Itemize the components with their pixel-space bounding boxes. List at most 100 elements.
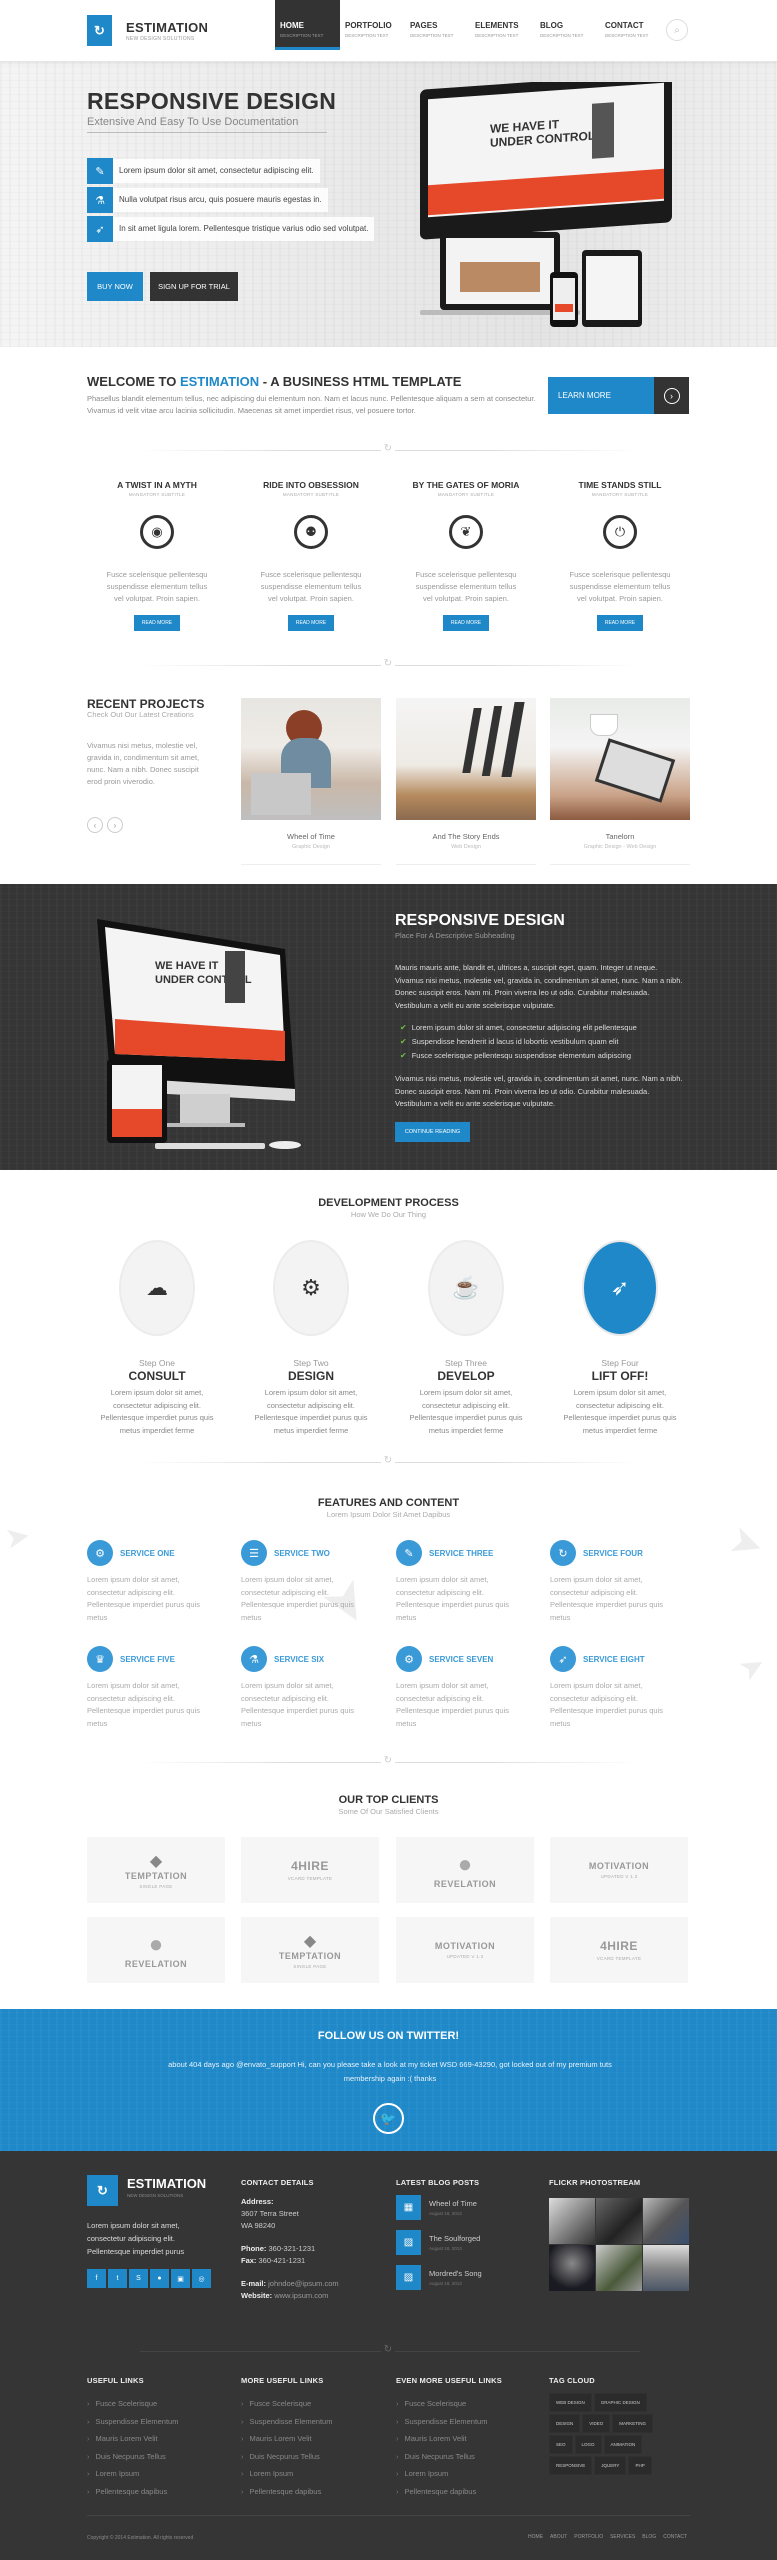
footer-link[interactable]: › Lorem Ipsum (396, 2469, 487, 2487)
service-title[interactable]: SERVICE TWO (274, 1549, 330, 1558)
website-link[interactable]: www.ipsum.com (274, 2291, 328, 2300)
learn-more-button[interactable]: LEARN MORE › (548, 377, 689, 414)
logo-name[interactable]: ESTIMATION (126, 20, 208, 35)
footer-link[interactable]: › Mauris Lorem Velit (241, 2434, 332, 2452)
welcome-title-post: - A BUSINESS HTML TEMPLATE (259, 374, 462, 389)
continue-reading-button[interactable]: CONTINUE READING (395, 1122, 470, 1142)
footer-link[interactable]: › Lorem Ipsum (87, 2469, 178, 2487)
service-title[interactable]: SERVICE ONE (120, 1549, 175, 1558)
nav-elements[interactable]: ELEMENTS DESCRIPTION TEXT (470, 0, 535, 50)
tag[interactable]: RESPONSIVE (549, 2456, 593, 2475)
hero-feature: ⚗ Nulla volutpat risus arcu, quis posuere… (87, 187, 328, 213)
dribbble-icon[interactable]: ◎ (192, 2269, 211, 2288)
client-logo[interactable]: 4HIRE VCARD TEMPLATE (550, 1917, 688, 1983)
signup-trial-button[interactable]: SIGN UP FOR TRIAL (150, 272, 238, 301)
nav-blog[interactable]: BLOG DESCRIPTION TEXT (535, 0, 600, 50)
flickr-photo[interactable] (643, 2198, 689, 2244)
footer-nav-services[interactable]: SERVICES (610, 2534, 635, 2540)
client-logo[interactable]: MOTIVATION UPDATED V 1.3 (550, 1837, 688, 1903)
service-title[interactable]: SERVICE EIGHT (583, 1655, 645, 1664)
footer-nav-about[interactable]: ABOUT (550, 2534, 567, 2540)
tag[interactable]: PHP (628, 2456, 652, 2475)
footer-link[interactable]: › Lorem Ipsum (241, 2469, 332, 2487)
client-logo[interactable]: ● REVELATION (396, 1837, 534, 1903)
client-logo[interactable]: MOTIVATION UPDATED V 1.3 (396, 1917, 534, 1983)
tag[interactable]: JQUERY (594, 2456, 627, 2475)
flickr-photo[interactable] (643, 2245, 689, 2291)
instagram-icon[interactable]: ▣ (171, 2269, 190, 2288)
footer-logo-name: ESTIMATION (127, 2176, 207, 2191)
hero-section: RESPONSIVE DESIGN Extensive And Easy To … (0, 62, 777, 347)
service-title[interactable]: SERVICE FOUR (583, 1549, 643, 1558)
footer-link[interactable]: › Fusce Scelerisque (396, 2399, 487, 2417)
footer-link[interactable]: › Suspendisse Elementum (87, 2417, 178, 2435)
footer-nav-blog[interactable]: BLOG (642, 2534, 656, 2540)
project-card[interactable]: And The Story Ends Web Design (396, 698, 536, 865)
blog-post[interactable]: ▨ The Soulforged August 18, 2013 (396, 2230, 480, 2255)
footer-link[interactable]: › Duis Necpurus Tellus (396, 2452, 487, 2470)
nav-pages[interactable]: PAGES DESCRIPTION TEXT (405, 0, 470, 50)
project-card[interactable]: Tanelorn Graphic Design - Web Design (550, 698, 690, 865)
footer-nav-contact[interactable]: CONTACT (663, 2534, 687, 2540)
client-logo[interactable]: ● REVELATION (87, 1917, 225, 1983)
footer-link[interactable]: › Duis Necpurus Tellus (241, 2452, 332, 2470)
flickr-photo[interactable] (596, 2245, 642, 2291)
step-title: DEVELOP (437, 1369, 495, 1383)
chevron-right-icon: › (396, 2486, 399, 2496)
service-title[interactable]: SERVICE FIVE (120, 1655, 175, 1664)
nav-portfolio[interactable]: PORTFOLIO DESCRIPTION TEXT (340, 0, 405, 50)
carousel-next-button[interactable]: › (107, 817, 123, 833)
footer-nav-portfolio[interactable]: PORTFOLIO (574, 2534, 603, 2540)
service-title[interactable]: SERVICE SIX (274, 1655, 324, 1664)
skype-icon[interactable]: S (129, 2269, 148, 2288)
flickr-icon[interactable]: ● (150, 2269, 169, 2288)
read-more-button[interactable]: READ MORE (287, 615, 335, 631)
facebook-icon[interactable]: f (87, 2269, 106, 2288)
tag[interactable]: ANIMATION (603, 2435, 643, 2454)
read-more-button[interactable]: READ MORE (596, 615, 644, 631)
tag[interactable]: VIDEO (582, 2414, 611, 2433)
feature-subtitle: MANDATORY SUBTITLE (591, 492, 649, 497)
nav-home[interactable]: HOME DESCRIPTION TEXT (275, 0, 340, 50)
footer-link[interactable]: › Suspendisse Elementum (396, 2417, 487, 2435)
footer-link[interactable]: › Mauris Lorem Velit (396, 2434, 487, 2452)
footer-link[interactable]: › Suspendisse Elementum (241, 2417, 332, 2435)
twitter-icon[interactable]: t (108, 2269, 127, 2288)
nav-contact[interactable]: CONTACT DESCRIPTION TEXT (600, 0, 665, 50)
blog-post[interactable]: ▨ Mordred's Song August 18, 2013 (396, 2265, 482, 2290)
email-link[interactable]: johndoe@ipsum.com (268, 2279, 339, 2288)
footer-link[interactable]: › Pellentesque dapibus (396, 2487, 487, 2505)
tag[interactable]: GRAPHIC DESIGN (593, 2393, 647, 2412)
buy-now-button[interactable]: BUY NOW (87, 272, 143, 301)
footer-link[interactable]: › Duis Necpurus Tellus (87, 2452, 178, 2470)
footer-link[interactable]: › Fusce Scelerisque (87, 2399, 178, 2417)
tag[interactable]: SEO (549, 2435, 573, 2454)
read-more-button[interactable]: READ MORE (133, 615, 181, 631)
footer-nav-home[interactable]: HOME (528, 2534, 543, 2540)
service-title[interactable]: SERVICE SEVEN (429, 1655, 493, 1664)
links-list: › Fusce Scelerisque › Suspendisse Elementu… (396, 2399, 487, 2504)
blog-post[interactable]: ▦ Wheel of Time August 18, 2013 (396, 2195, 477, 2220)
flickr-photo[interactable] (549, 2198, 595, 2244)
flickr-photo[interactable] (549, 2245, 595, 2291)
tag[interactable]: MARKETING (612, 2414, 654, 2433)
process-title: DEVELOPMENT PROCESS (318, 1197, 459, 1209)
read-more-button[interactable]: READ MORE (442, 615, 490, 631)
footer-link[interactable]: › Mauris Lorem Velit (87, 2434, 178, 2452)
footer-link[interactable]: › Pellentesque dapibus (87, 2487, 178, 2505)
footer-link[interactable]: › Pellentesque dapibus (241, 2487, 332, 2505)
tag[interactable]: WEB DESIGN (549, 2393, 592, 2412)
service-title[interactable]: SERVICE THREE (429, 1549, 493, 1558)
tag[interactable]: DESIGN (549, 2414, 581, 2433)
twitter-follow-button[interactable]: 🐦 (373, 2103, 404, 2134)
project-card[interactable]: Wheel of Time Graphic Design (241, 698, 381, 865)
client-logo[interactable]: 4HIRE VCARD TEMPLATE (241, 1837, 379, 1903)
tag[interactable]: LOGO (574, 2435, 602, 2454)
logo-icon[interactable]: ↻ (87, 15, 112, 46)
client-logo[interactable]: ◆ TEMPTATION SINGLE PAGE (87, 1837, 225, 1903)
flickr-photo[interactable] (596, 2198, 642, 2244)
search-button[interactable]: ⌕ (666, 19, 688, 41)
client-logo[interactable]: ◆ TEMPTATION SINGLE PAGE (241, 1917, 379, 1983)
carousel-prev-button[interactable]: ‹ (87, 817, 103, 833)
footer-link[interactable]: › Fusce Scelerisque (241, 2399, 332, 2417)
